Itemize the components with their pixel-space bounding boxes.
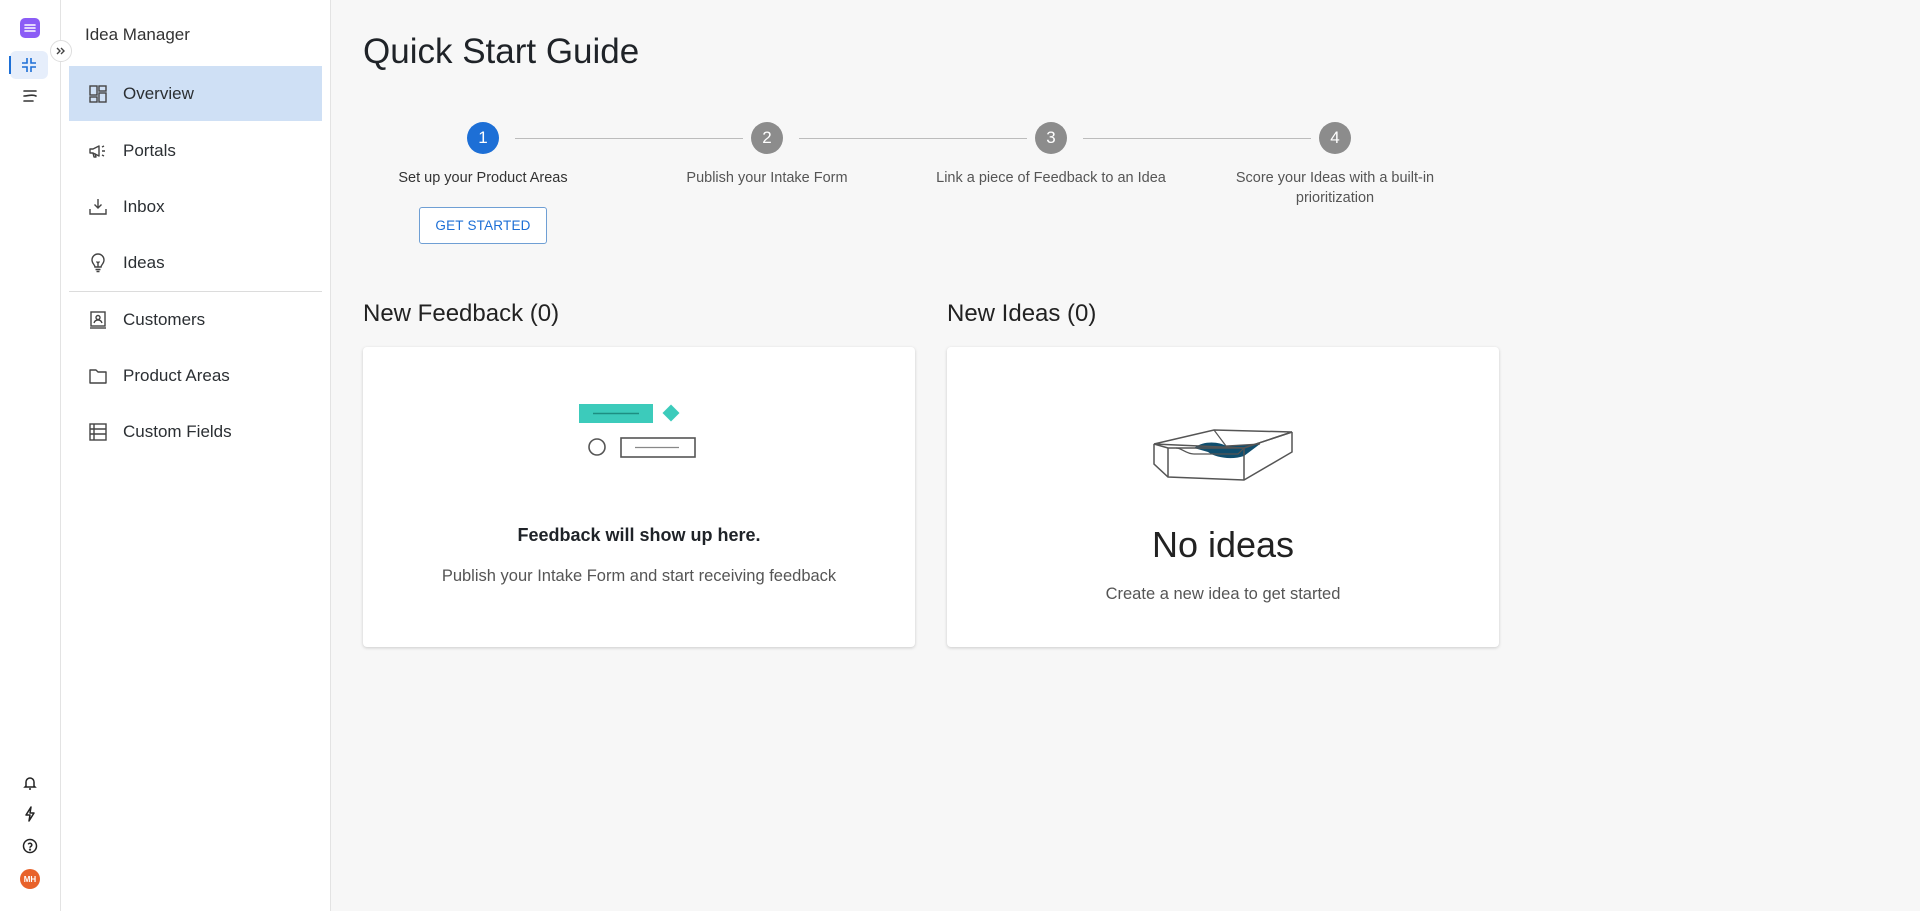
avatar[interactable]: MH bbox=[20, 869, 40, 889]
sidebar-item-portals[interactable]: Portals bbox=[69, 123, 322, 178]
sidebar-item-label: Portals bbox=[123, 140, 176, 160]
ideas-empty-subtext: Create a new idea to get started bbox=[1105, 585, 1341, 603]
step-2: 2 Publish your Intake Form bbox=[647, 122, 887, 188]
step-label: Publish your Intake Form bbox=[686, 170, 848, 186]
sidebar-item-label: Ideas bbox=[123, 252, 165, 272]
feedback-empty-headline: Feedback will show up here. bbox=[517, 525, 761, 545]
sidebar: Idea Manager Overview Portals Inbox Idea… bbox=[61, 0, 331, 911]
sidebar-item-label: Custom Fields bbox=[123, 421, 232, 441]
new-ideas-card: No ideas Create a new idea to get starte… bbox=[947, 347, 1499, 647]
overview-icon bbox=[87, 83, 109, 105]
new-feedback-title: New Feedback (0) bbox=[363, 300, 560, 327]
step-number: 1 bbox=[467, 122, 499, 154]
lightbulb-icon bbox=[87, 252, 109, 274]
sidebar-item-ideas[interactable]: Ideas bbox=[69, 235, 322, 290]
sidebar-item-overview[interactable]: Overview bbox=[69, 66, 322, 121]
sidebar-item-label: Product Areas bbox=[123, 365, 230, 385]
expand-sidebar-button[interactable] bbox=[50, 40, 72, 62]
step-label: Score your Ideas with a built-in priorit… bbox=[1235, 170, 1435, 206]
idea-manager-icon[interactable] bbox=[17, 53, 41, 77]
feedback-empty-subtext: Publish your Intake Form and start recei… bbox=[441, 567, 837, 585]
step-1: 1 Set up your Product Areas GET STARTED bbox=[363, 122, 603, 244]
quick-start-stepper: 1 Set up your Product Areas GET STARTED … bbox=[363, 122, 1503, 252]
bell-icon[interactable] bbox=[18, 771, 42, 795]
get-started-button[interactable]: GET STARTED bbox=[419, 207, 547, 244]
folder-icon bbox=[87, 365, 109, 387]
roadmap-icon[interactable] bbox=[18, 84, 42, 108]
step-number: 2 bbox=[751, 122, 783, 154]
sidebar-item-label: Overview bbox=[123, 83, 194, 103]
sidebar-item-label: Customers bbox=[123, 309, 206, 329]
app-logo-icon[interactable] bbox=[20, 18, 40, 38]
new-feedback-card: Feedback will show up here. Publish your… bbox=[363, 347, 915, 647]
sidebar-item-customers[interactable]: Customers bbox=[69, 292, 322, 347]
page-title: Quick Start Guide bbox=[363, 32, 640, 71]
lightning-icon[interactable] bbox=[18, 802, 42, 826]
sidebar-item-product-areas[interactable]: Product Areas bbox=[69, 348, 322, 403]
step-4: 4 Score your Ideas with a built-in prior… bbox=[1215, 122, 1455, 208]
sidebar-item-custom-fields[interactable]: Custom Fields bbox=[69, 404, 322, 459]
sidebar-title: Idea Manager bbox=[85, 25, 190, 44]
ideas-empty-headline: No ideas bbox=[1151, 524, 1295, 565]
app-rail: MH bbox=[0, 0, 72, 911]
help-icon[interactable] bbox=[18, 834, 42, 858]
main-content: Quick Start Guide 1 Set up your Product … bbox=[331, 0, 1920, 911]
feedback-illustration bbox=[579, 404, 696, 458]
new-ideas-title: New Ideas (0) bbox=[947, 300, 1097, 327]
step-number: 3 bbox=[1035, 122, 1067, 154]
step-3: 3 Link a piece of Feedback to an Idea bbox=[931, 122, 1171, 188]
megaphone-icon bbox=[87, 140, 109, 162]
custom-fields-icon bbox=[87, 421, 109, 443]
sidebar-item-label: Inbox bbox=[123, 196, 165, 216]
step-label: Link a piece of Feedback to an Idea bbox=[936, 170, 1166, 186]
step-label: Set up your Product Areas bbox=[398, 170, 568, 186]
step-number: 4 bbox=[1319, 122, 1351, 154]
inbox-icon bbox=[87, 196, 109, 218]
sidebar-item-inbox[interactable]: Inbox bbox=[69, 179, 322, 234]
empty-tray-illustration bbox=[1153, 429, 1293, 481]
customers-icon bbox=[87, 309, 109, 331]
